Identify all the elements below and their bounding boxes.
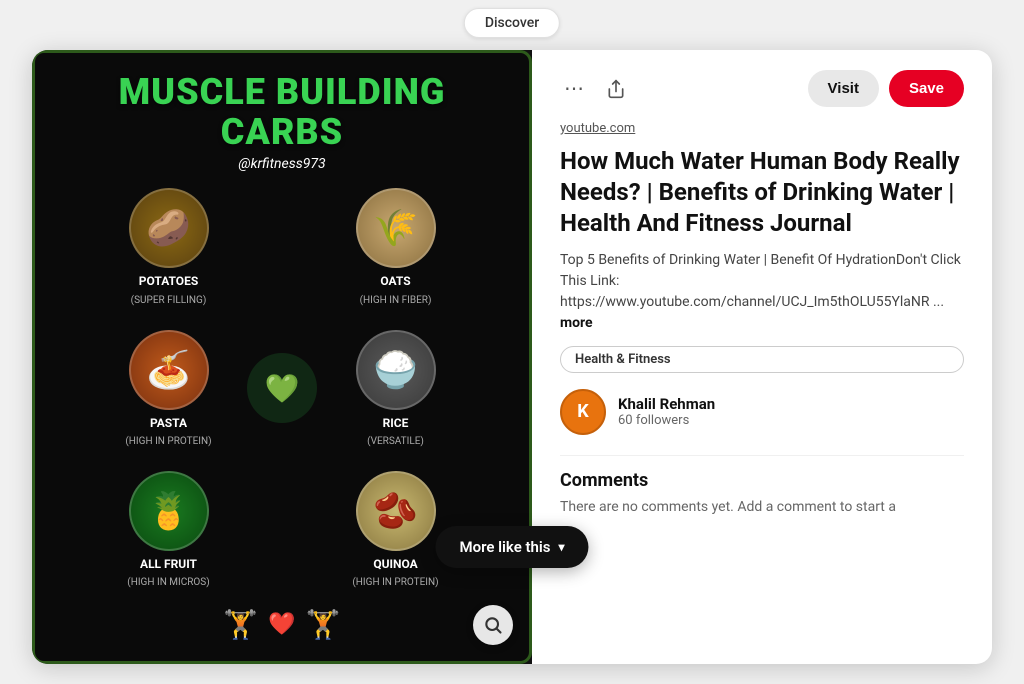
avatar-letter: K	[577, 401, 588, 422]
pasta-desc: (HIGH IN PROTEIN)	[125, 436, 211, 447]
action-icons-group: ⋯	[560, 72, 630, 105]
pin-description: Top 5 Benefits of Drinking Water | Benef…	[560, 250, 964, 334]
author-avatar[interactable]: K	[560, 389, 606, 435]
pin-image-title-line1: MUSCLE BUILDING	[119, 73, 446, 113]
food-item-pasta: 🍝 PASTA (HIGH IN PROTEIN)	[75, 330, 262, 447]
more-options-button[interactable]: ⋯	[560, 72, 588, 105]
more-like-this-label: More like this	[459, 538, 550, 556]
oats-desc: (HIGH IN FIBER)	[360, 295, 432, 306]
food-item-rice: 🍚 RICE (VERSATILE)	[302, 330, 489, 447]
pin-modal: MUSCLE BUILDING CARBS @krfitness973 🥔 PO…	[32, 50, 992, 664]
pin-footer: 🏋️ ❤️ 🏋️	[223, 608, 340, 641]
food-item-fruit: 🍍 ALL FRUIT (HIGH IN MICROS)	[75, 471, 262, 588]
pin-main-title: How Much Water Human Body Really Needs? …	[560, 146, 964, 240]
source-link[interactable]: youtube.com	[560, 121, 964, 136]
author-name: Khalil Rehman	[618, 395, 715, 413]
fruit-name: ALL FRUIT	[140, 557, 197, 571]
oats-name: OATS	[380, 274, 410, 288]
rice-desc: (VERSATILE)	[367, 436, 424, 447]
right-action-buttons: Visit Save	[808, 70, 964, 107]
author-followers: 60 followers	[618, 413, 715, 428]
more-link[interactable]: more	[560, 315, 593, 331]
comments-title: Comments	[560, 470, 964, 491]
comments-section: Comments There are no comments yet. Add …	[560, 455, 964, 515]
quinoa-name: QUINOA	[373, 557, 417, 571]
pin-description-text: Top 5 Benefits of Drinking Water | Benef…	[560, 252, 961, 310]
rice-circle: 🍚	[356, 330, 436, 410]
save-button[interactable]: Save	[889, 70, 964, 107]
food-grid: 🥔 POTATOES (SUPER FILLING) 🌾 OATS (HIGH …	[55, 188, 509, 588]
dumbbell-icon: 🏋️	[223, 608, 258, 641]
visual-search-button[interactable]	[473, 605, 513, 645]
quinoa-circle: 🫘	[356, 471, 436, 551]
pin-image-panel: MUSCLE BUILDING CARBS @krfitness973 🥔 PO…	[32, 50, 532, 664]
potatoes-name: POTATOES	[139, 274, 198, 288]
pin-info-panel: ⋯ Visit Save youtube.com How Much Water …	[532, 50, 992, 664]
dumbbell-icon-right: 🏋️	[306, 608, 341, 641]
visit-button[interactable]: Visit	[808, 70, 879, 107]
top-actions-row: ⋯ Visit Save	[560, 70, 964, 107]
pin-image-title-line2: CARBS	[221, 113, 343, 153]
center-logo: 💚	[247, 353, 317, 423]
rice-name: RICE	[383, 416, 409, 430]
tag-badge[interactable]: Health & Fitness	[560, 346, 964, 373]
fruit-circle: 🍍	[129, 471, 209, 551]
oats-circle: 🌾	[356, 188, 436, 268]
pin-username: @krfitness973	[238, 156, 325, 172]
pin-image-content: MUSCLE BUILDING CARBS @krfitness973 🥔 PO…	[32, 50, 532, 664]
no-comments-text: There are no comments yet. Add a comment…	[560, 499, 964, 515]
quinoa-desc: (HIGH IN PROTEIN)	[352, 577, 438, 588]
author-row: K Khalil Rehman 60 followers	[560, 389, 964, 435]
author-info: Khalil Rehman 60 followers	[618, 395, 715, 428]
fruit-desc: (HIGH IN MICROS)	[127, 577, 209, 588]
potatoes-circle: 🥔	[129, 188, 209, 268]
pasta-name: PASTA	[150, 416, 187, 430]
discover-bar[interactable]: Discover	[464, 8, 560, 38]
potatoes-desc: (SUPER FILLING)	[131, 295, 207, 306]
share-button[interactable]	[602, 75, 630, 103]
chevron-down-icon: ▾	[559, 540, 565, 554]
food-item-potatoes: 🥔 POTATOES (SUPER FILLING)	[75, 188, 262, 305]
pasta-circle: 🍝	[129, 330, 209, 410]
food-item-oats: 🌾 OATS (HIGH IN FIBER)	[302, 188, 489, 305]
heart-icon: ❤️	[268, 612, 295, 637]
more-like-this-bar[interactable]: More like this ▾	[435, 526, 588, 568]
